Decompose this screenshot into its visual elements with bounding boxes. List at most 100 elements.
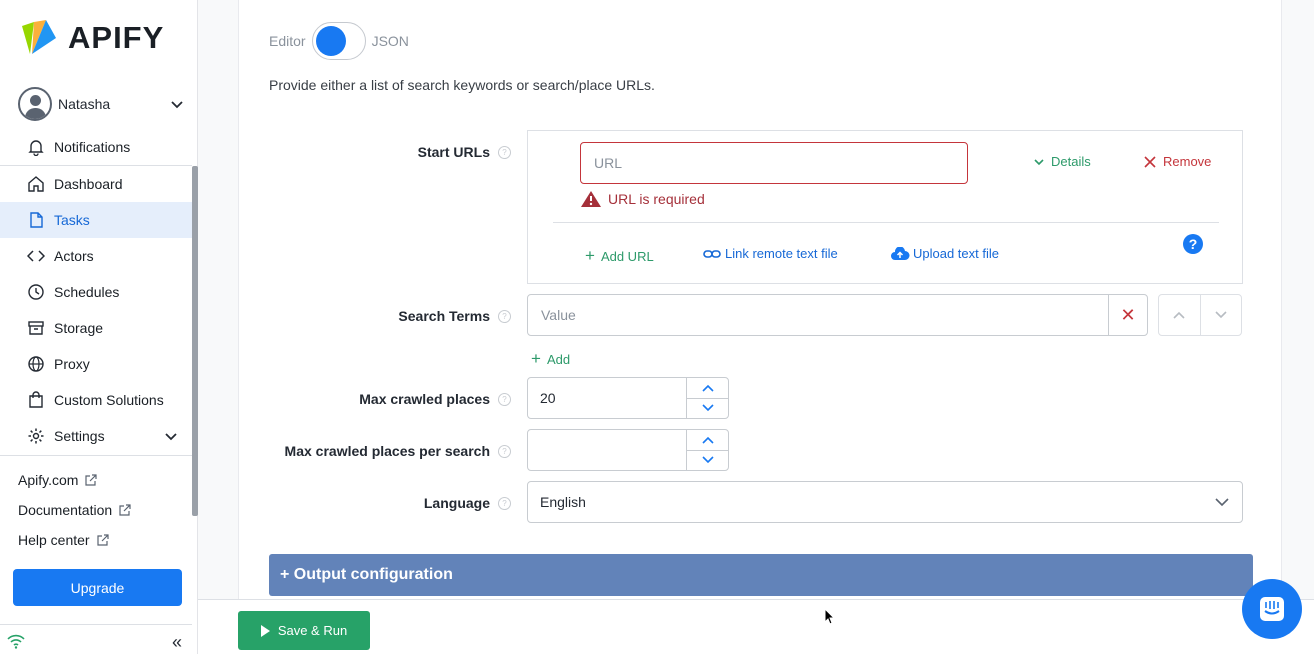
- warning-icon: [581, 191, 601, 207]
- mouse-cursor-icon: [824, 608, 836, 625]
- link-remote-label: Link remote text file: [725, 246, 838, 261]
- chevron-down-icon: [165, 433, 177, 441]
- start-urls-editor: URL Details Remove URL is required + Add…: [527, 130, 1243, 284]
- editor-label: Editor: [269, 33, 306, 49]
- max-places-per-search-stepper[interactable]: [527, 429, 729, 471]
- link-apify-com[interactable]: Apify.com: [18, 472, 98, 488]
- help-circle-icon[interactable]: ?: [498, 444, 511, 458]
- sidebar-item-dashboard[interactable]: Dashboard: [0, 166, 192, 202]
- clear-term-button[interactable]: ✕: [1108, 294, 1148, 336]
- save-and-run-button[interactable]: Save & Run: [238, 611, 370, 650]
- details-button[interactable]: Details: [1033, 154, 1091, 169]
- sidebar-item-label: Dashboard: [54, 176, 123, 192]
- collapse-sidebar-icon[interactable]: «: [172, 632, 182, 653]
- close-icon: [1144, 155, 1156, 168]
- sidebar-item-label: Settings: [54, 428, 105, 444]
- external-link-icon: [96, 534, 109, 546]
- code-icon: [27, 250, 45, 262]
- upgrade-button[interactable]: Upgrade: [13, 569, 182, 606]
- sidebar-footer: «: [0, 624, 192, 654]
- help-icon[interactable]: ?: [1183, 234, 1203, 254]
- sidebar-item-notifications[interactable]: Notifications: [0, 129, 192, 165]
- editor-json-switch[interactable]: [311, 22, 366, 60]
- help-circle-icon[interactable]: ?: [498, 392, 511, 406]
- language-select[interactable]: English: [527, 481, 1243, 523]
- field-label: Search Terms: [398, 308, 490, 324]
- help-circle-icon[interactable]: ?: [498, 145, 511, 159]
- main-area: Editor JSON Provide either a list of sea…: [198, 0, 1314, 654]
- chevron-down-icon: [1215, 311, 1227, 319]
- chevron-down-icon: [1215, 498, 1229, 507]
- apify-logo[interactable]: APIFY: [18, 18, 164, 58]
- globe-icon: [28, 356, 44, 372]
- external-link-icon: [85, 474, 98, 486]
- max-places-value[interactable]: 20: [528, 378, 686, 418]
- chevron-up-icon: [701, 436, 714, 444]
- sidebar-item-label: Tasks: [54, 212, 90, 228]
- search-term-input[interactable]: Value: [527, 294, 1109, 336]
- decrement-button[interactable]: [687, 451, 728, 471]
- help-circle-icon[interactable]: ?: [498, 496, 511, 510]
- upload-text-file-button[interactable]: Upload text file: [890, 246, 999, 261]
- sidebar-item-storage[interactable]: Storage: [0, 310, 192, 346]
- sidebar-item-schedules[interactable]: Schedules: [0, 274, 192, 310]
- input-form: Editor JSON Provide either a list of sea…: [238, 0, 1282, 600]
- sidebar-item-label: Actors: [54, 248, 94, 264]
- output-configuration-section[interactable]: + Output configuration: [269, 554, 1253, 596]
- field-label: Max crawled places per search: [284, 443, 490, 459]
- url-input[interactable]: URL: [580, 142, 968, 184]
- sidebar-item-tasks[interactable]: Tasks: [0, 202, 192, 238]
- play-icon: [260, 624, 270, 637]
- language-value: English: [540, 494, 586, 510]
- link-help-center[interactable]: Help center: [18, 532, 110, 548]
- link-label: Documentation: [18, 502, 113, 518]
- increment-button[interactable]: [687, 430, 728, 451]
- sidebar-item-label: Proxy: [54, 356, 90, 372]
- sidebar-item-custom-solutions[interactable]: Custom Solutions: [0, 382, 192, 418]
- sidebar-item-label: Schedules: [54, 284, 120, 300]
- add-search-term-button[interactable]: + Add: [531, 349, 570, 369]
- field-label: Max crawled places: [359, 391, 490, 407]
- file-icon: [30, 212, 43, 228]
- move-up-button[interactable]: [1159, 295, 1201, 335]
- user-menu[interactable]: Natasha: [18, 86, 184, 122]
- max-places-per-search-value[interactable]: [528, 430, 686, 470]
- apify-logo-icon: [22, 20, 56, 54]
- remove-label: Remove: [1163, 154, 1212, 169]
- sidebar-item-label: Notifications: [54, 139, 131, 155]
- reorder-buttons: [1158, 294, 1242, 336]
- max-places-stepper[interactable]: 20: [527, 377, 729, 419]
- bell-icon: [28, 140, 44, 156]
- sidebar: APIFY Natasha Notifications Dashboard Ta…: [0, 0, 198, 654]
- link-remote-file-button[interactable]: Link remote text file: [703, 246, 838, 261]
- increment-button[interactable]: [687, 378, 728, 399]
- link-icon: [703, 249, 721, 258]
- plus-icon: +: [531, 349, 541, 368]
- clock-icon: [28, 284, 44, 300]
- sidebar-item-settings[interactable]: Settings: [0, 418, 192, 454]
- move-down-button[interactable]: [1201, 295, 1242, 335]
- editor-mode-toggle: Editor JSON: [269, 22, 409, 60]
- home-icon: [28, 176, 44, 192]
- chevron-down-icon: [701, 456, 714, 464]
- add-label: Add: [546, 351, 571, 367]
- user-name: Natasha: [58, 96, 111, 112]
- remove-button[interactable]: Remove: [1144, 154, 1211, 169]
- plus-icon: +: [585, 246, 595, 265]
- form-description: Provide either a list of search keywords…: [269, 77, 655, 93]
- field-label: Start URLs: [417, 144, 490, 160]
- add-url-button[interactable]: + Add URL: [585, 246, 654, 266]
- sidebar-item-proxy[interactable]: Proxy: [0, 346, 192, 382]
- save-run-label: Save & Run: [277, 623, 348, 638]
- cloud-upload-icon: [891, 246, 910, 260]
- chevron-up-icon: [701, 384, 714, 392]
- help-circle-icon[interactable]: ?: [498, 309, 511, 323]
- link-documentation[interactable]: Documentation: [18, 502, 132, 518]
- chevron-down-icon: [171, 101, 183, 109]
- sidebar-item-actors[interactable]: Actors: [0, 238, 192, 274]
- decrement-button[interactable]: [687, 399, 728, 419]
- chat-widget-button[interactable]: [1242, 579, 1302, 639]
- json-label: JSON: [371, 33, 409, 49]
- error-text: URL is required: [608, 191, 705, 207]
- chevron-down-icon: [1034, 158, 1044, 165]
